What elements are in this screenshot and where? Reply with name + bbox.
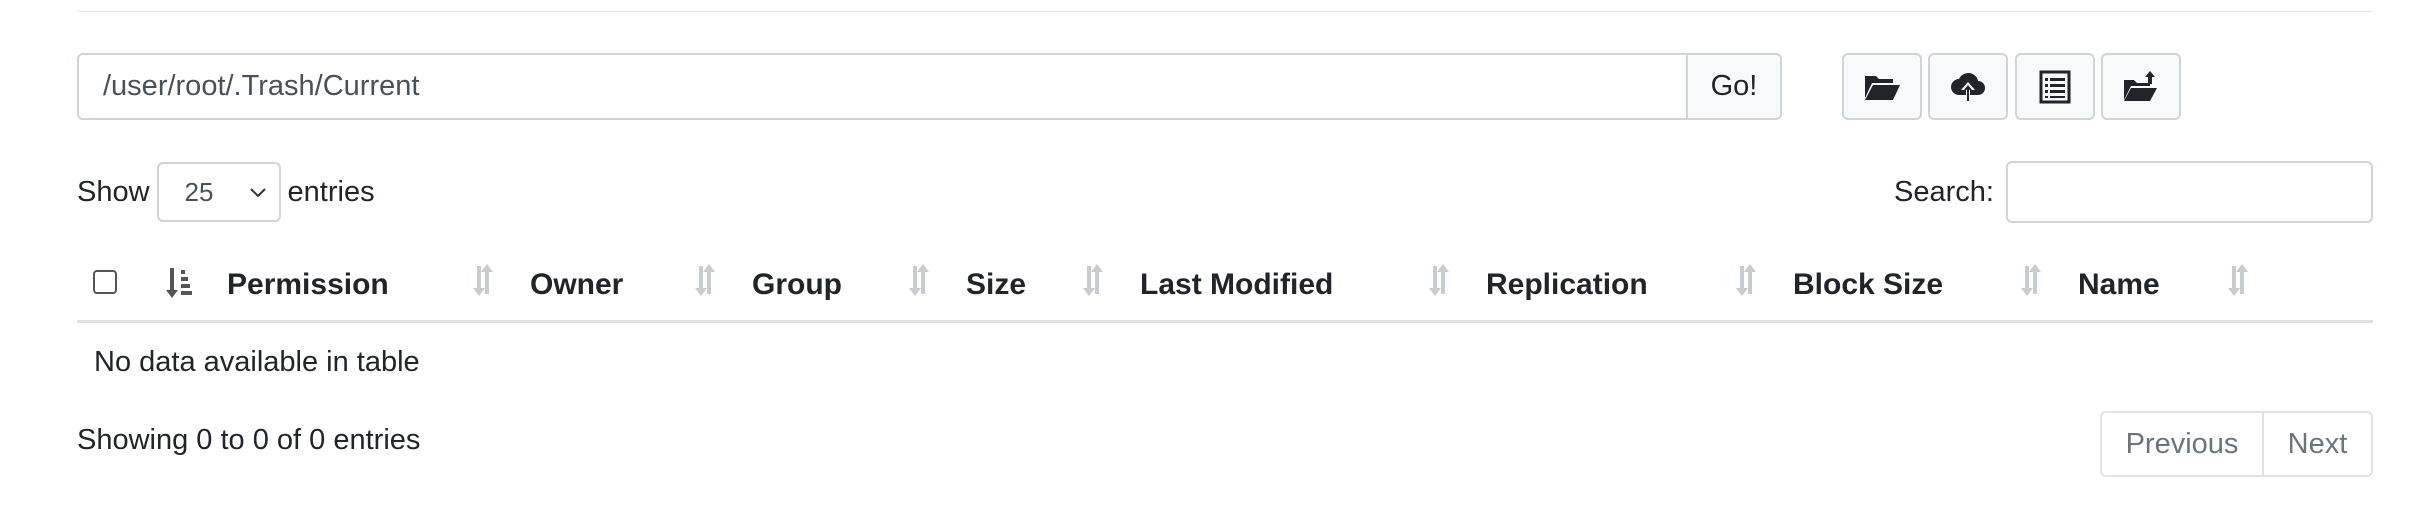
- move-folder-button[interactable]: [2101, 53, 2181, 120]
- empty-table-message: No data available in table: [94, 345, 420, 378]
- pagination: Previous Next: [2100, 411, 2373, 477]
- select-all-checkbox[interactable]: [93, 270, 117, 294]
- sort-icon[interactable]: [691, 260, 719, 300]
- column-label: Block Size: [1793, 268, 1944, 301]
- table-header: Permission Owner Group Size Last Modifie…: [77, 250, 2373, 323]
- file-table: Permission Owner Group Size Last Modifie…: [77, 250, 2373, 401]
- length-control: Show 25 entries: [77, 162, 375, 222]
- table-info: Showing 0 to 0 of 0 entries: [77, 424, 421, 456]
- column-name[interactable]: Name: [2078, 250, 2160, 320]
- sort-ascending-icon[interactable]: [164, 264, 192, 304]
- column-size[interactable]: Size: [966, 250, 1026, 320]
- entries-label: entries: [287, 175, 375, 208]
- search-label: Search:: [1894, 175, 1994, 208]
- folder-move-icon: [2124, 70, 2157, 101]
- next-page-button[interactable]: Next: [2264, 411, 2373, 477]
- sort-icon[interactable]: [469, 260, 497, 300]
- list-view-button[interactable]: [2015, 53, 2095, 120]
- top-divider: [77, 11, 2373, 12]
- entries-per-page-value: 25: [184, 176, 214, 207]
- cloud-upload-icon: [1951, 72, 1985, 101]
- sort-icon[interactable]: [1732, 260, 1760, 300]
- column-block-size[interactable]: Block Size: [1793, 250, 1943, 320]
- open-folder-button[interactable]: [1842, 53, 1922, 120]
- column-label: Size: [966, 268, 1027, 301]
- column-label: Last Modified: [1140, 268, 1334, 301]
- entries-per-page-select[interactable]: 25: [156, 162, 281, 222]
- sort-icon[interactable]: [1079, 260, 1107, 300]
- search-control: Search:: [1894, 161, 2373, 223]
- chevron-down-icon: [249, 188, 266, 198]
- previous-page-button[interactable]: Previous: [2100, 411, 2264, 477]
- column-group[interactable]: Group: [752, 250, 842, 320]
- sort-icon[interactable]: [905, 260, 933, 300]
- sort-icon[interactable]: [2224, 260, 2252, 300]
- column-label: Group: [752, 268, 842, 301]
- column-replication[interactable]: Replication: [1486, 250, 1648, 320]
- column-permission[interactable]: Permission: [227, 250, 389, 320]
- path-bar: Go!: [77, 53, 1782, 120]
- sort-icon[interactable]: [2017, 260, 2045, 300]
- column-last-modified[interactable]: Last Modified: [1140, 250, 1333, 320]
- search-input[interactable]: [2006, 161, 2373, 223]
- go-button[interactable]: Go!: [1686, 53, 1782, 120]
- column-label: Owner: [530, 268, 624, 301]
- column-label: Name: [2078, 268, 2160, 301]
- path-input[interactable]: [77, 53, 1686, 120]
- upload-button[interactable]: [1928, 53, 2008, 120]
- show-label: Show: [77, 175, 150, 208]
- column-owner[interactable]: Owner: [530, 250, 623, 320]
- folder-open-icon: [1865, 75, 1900, 100]
- column-label: Replication: [1486, 268, 1648, 301]
- column-label: Permission: [227, 268, 389, 301]
- list-view-icon: [2039, 70, 2071, 103]
- sort-icon[interactable]: [1425, 260, 1453, 300]
